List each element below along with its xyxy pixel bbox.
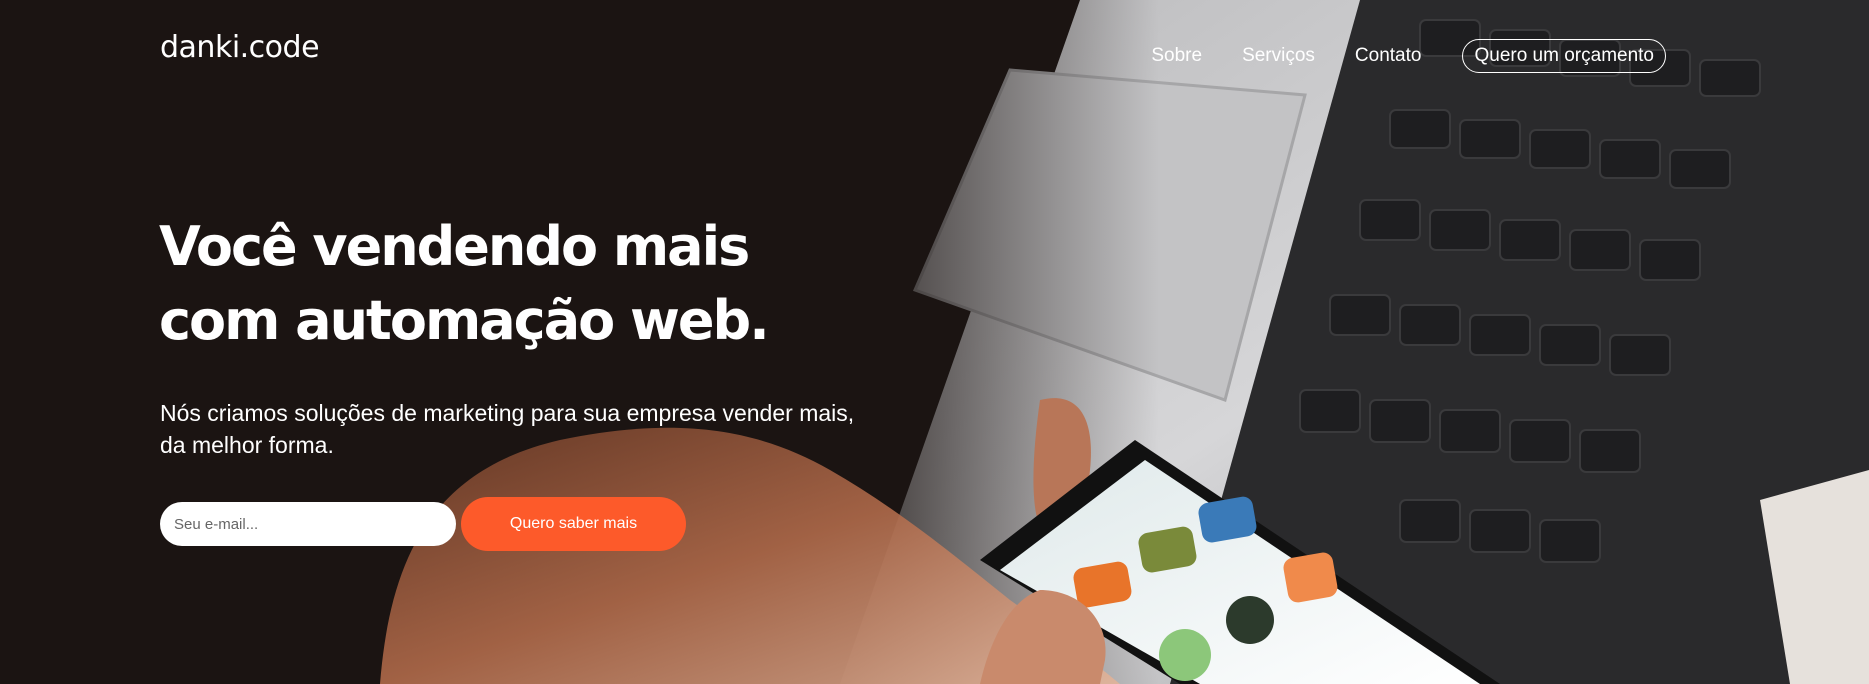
hero-headline: Você vendendo mais com automação web. [159, 210, 859, 358]
brand-logo[interactable]: danki.code [160, 30, 320, 65]
lead-form: Quero saber mais [160, 497, 686, 551]
nav-link-contact[interactable]: Contato [1355, 39, 1422, 73]
hero-headline-line-1: Você vendendo mais [159, 215, 750, 278]
learn-more-button[interactable]: Quero saber mais [461, 497, 686, 551]
hero-section: danki.code Sobre Serviços Contato Quero … [0, 0, 1869, 684]
nav-link-services[interactable]: Serviços [1242, 39, 1315, 73]
email-input[interactable] [160, 502, 456, 546]
main-nav: Sobre Serviços Contato Quero um orçament… [1111, 39, 1666, 73]
hero-subheadline: Nós criamos soluções de marketing para s… [160, 400, 855, 458]
hero-headline-line-2: com automação web. [159, 289, 770, 352]
nav-quote-button[interactable]: Quero um orçamento [1462, 39, 1666, 73]
nav-link-about[interactable]: Sobre [1151, 39, 1202, 73]
